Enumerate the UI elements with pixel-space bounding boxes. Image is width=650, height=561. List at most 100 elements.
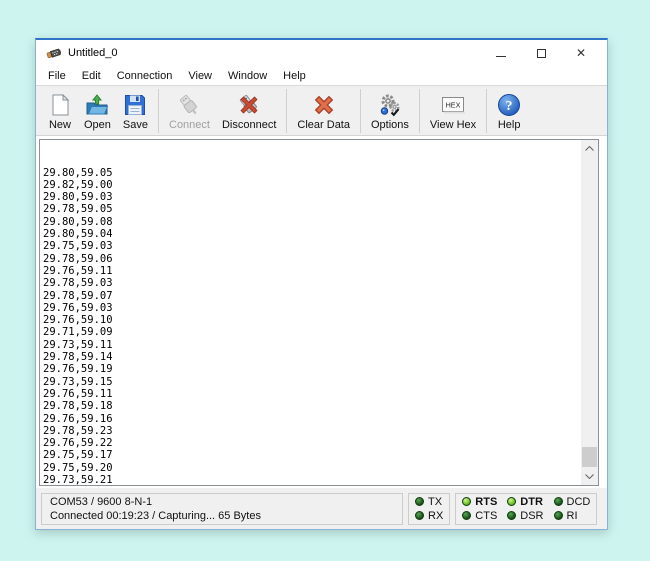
close-button[interactable]: ✕	[561, 40, 601, 66]
terminal-line: 29.80,59.04	[43, 228, 581, 240]
menu-connection[interactable]: Connection	[109, 68, 181, 84]
terminal-line: 29.75,59.20	[43, 462, 581, 474]
toolbar-separator	[158, 89, 159, 133]
view-hex-button[interactable]: HEX View Hex	[424, 88, 482, 134]
new-file-icon	[48, 93, 72, 117]
terminal-line: 29.76,59.22	[43, 437, 581, 449]
toolbar-separator	[360, 89, 361, 133]
dsr-led-icon	[507, 511, 516, 520]
ri-indicator: RI	[554, 510, 591, 522]
terminal-lines: 29.80,59.0529.82,59.0029.80,59.0329.78,5…	[43, 167, 581, 486]
toolbar-separator	[419, 89, 420, 133]
terminal-output[interactable]: 29.80,59.0529.82,59.0029.80,59.0329.78,5…	[40, 140, 581, 485]
maximize-button[interactable]	[521, 40, 561, 66]
toolbar-separator	[486, 89, 487, 133]
menu-file[interactable]: File	[40, 68, 74, 84]
rts-led-icon	[462, 497, 471, 506]
close-icon: ✕	[576, 47, 586, 59]
menu-edit[interactable]: Edit	[74, 68, 109, 84]
disconnect-usb-icon	[237, 93, 261, 117]
clear-data-button[interactable]: Clear Data	[291, 88, 356, 134]
save-floppy-icon	[123, 93, 147, 117]
tx-led-icon	[415, 497, 424, 506]
options-button[interactable]: Options	[365, 88, 415, 134]
rx-led-icon	[415, 511, 424, 520]
terminal-line: 29.75,59.03	[43, 240, 581, 252]
terminal-line: 29.80,59.05	[43, 167, 581, 179]
terminal-line: 29.73,59.11	[43, 339, 581, 351]
chevron-up-icon	[585, 146, 594, 151]
terminal-line: 29.78,59.03	[43, 277, 581, 289]
cts-indicator: CTS	[462, 510, 497, 522]
scrollbar-thumb[interactable]	[582, 447, 597, 467]
disconnect-button[interactable]: Disconnect	[216, 88, 282, 134]
open-folder-icon	[85, 93, 109, 117]
dcd-indicator: DCD	[554, 496, 591, 508]
help-question-icon: ?	[497, 93, 521, 117]
options-gears-icon	[378, 93, 402, 117]
terminal-line: 29.76,59.03	[43, 302, 581, 314]
scroll-down-button[interactable]	[581, 468, 598, 485]
terminal-line: 29.73,59.21	[43, 474, 581, 486]
terminal-line: 29.76,59.11	[43, 388, 581, 400]
window-title: Untitled_0	[68, 47, 118, 59]
terminal-line: 29.80,59.08	[43, 216, 581, 228]
toolbar: New Open Save	[36, 85, 607, 136]
minimize-button[interactable]	[481, 40, 521, 66]
modem-led-panel: RTS CTS DTR DSR DCD RI	[455, 493, 597, 525]
terminal-line: 29.80,59.03	[43, 191, 581, 203]
txrx-led-panel: TX RX	[408, 493, 450, 525]
toolbar-separator	[286, 89, 287, 133]
dtr-led-icon	[507, 497, 516, 506]
app-serial-connector-icon	[46, 46, 62, 60]
terminal-line: 29.76,59.16	[43, 413, 581, 425]
save-button[interactable]: Save	[117, 88, 154, 134]
ri-led-icon	[554, 511, 563, 520]
vertical-scrollbar[interactable]	[581, 140, 598, 485]
terminal-line: 29.78,59.06	[43, 253, 581, 265]
chevron-down-icon	[585, 474, 594, 479]
window-controls: ✕	[481, 40, 601, 66]
connection-status-text: Connected 00:19:23 / Capturing... 65 Byt…	[50, 509, 394, 523]
menu-help[interactable]: Help	[275, 68, 314, 84]
terminal-line: 29.78,59.14	[43, 351, 581, 363]
minimize-icon	[496, 56, 506, 57]
terminal-line: 29.73,59.15	[43, 376, 581, 388]
connection-info-panel: COM53 / 9600 8-N-1 Connected 00:19:23 / …	[41, 493, 403, 525]
terminal-line: 29.76,59.11	[43, 265, 581, 277]
open-button[interactable]: Open	[78, 88, 117, 134]
terminal-line: 29.78,59.07	[43, 290, 581, 302]
terminal-line: 29.71,59.09	[43, 326, 581, 338]
terminal-line: 29.78,59.05	[43, 203, 581, 215]
dsr-indicator: DSR	[507, 510, 543, 522]
rts-indicator[interactable]: RTS	[462, 496, 497, 508]
terminal-line: 29.82,59.00	[43, 179, 581, 191]
status-bar: COM53 / 9600 8-N-1 Connected 00:19:23 / …	[36, 488, 607, 529]
terminal-line: 29.75,59.17	[43, 449, 581, 461]
rx-indicator: RX	[415, 510, 443, 522]
terminal-line: 29.76,59.10	[43, 314, 581, 326]
new-button[interactable]: New	[42, 88, 78, 134]
connect-usb-icon	[177, 93, 201, 117]
svg-text:?: ?	[506, 99, 513, 114]
terminal-line: 29.78,59.18	[43, 400, 581, 412]
view-hex-icon: HEX	[441, 93, 465, 117]
clear-data-x-icon	[312, 93, 336, 117]
terminal-line: 29.76,59.19	[43, 363, 581, 375]
dtr-indicator[interactable]: DTR	[507, 496, 543, 508]
scroll-up-button[interactable]	[581, 140, 598, 157]
tx-indicator: TX	[415, 496, 443, 508]
connect-button[interactable]: Connect	[163, 88, 216, 134]
maximize-icon	[537, 49, 546, 58]
cts-led-icon	[462, 511, 471, 520]
port-settings-text: COM53 / 9600 8-N-1	[50, 495, 394, 509]
terminal-area[interactable]: 29.80,59.0529.82,59.0029.80,59.0329.78,5…	[39, 139, 599, 486]
help-button[interactable]: ? Help	[491, 88, 527, 134]
terminal-line: 29.78,59.23	[43, 425, 581, 437]
dcd-led-icon	[554, 497, 563, 506]
svg-text:HEX: HEX	[446, 100, 461, 109]
title-bar: Untitled_0 ✕	[36, 40, 607, 66]
app-window: Untitled_0 ✕ File Edit Connection View W…	[35, 38, 608, 530]
menu-view[interactable]: View	[180, 68, 220, 84]
menu-window[interactable]: Window	[220, 68, 275, 84]
